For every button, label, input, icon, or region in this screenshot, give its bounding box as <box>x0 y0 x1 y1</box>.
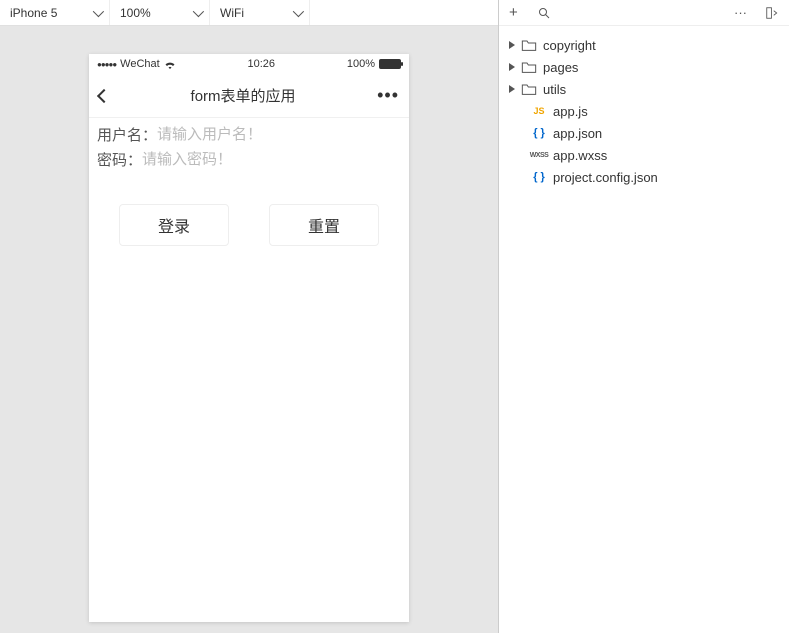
password-input[interactable] <box>142 151 401 168</box>
status-bar: ●●●●● WeChat 10:26 100% <box>89 54 409 74</box>
tree-item-label: app.js <box>553 104 588 119</box>
file-app-js[interactable]: JS app.js <box>499 100 789 122</box>
simulator-toolbar: iPhone 5 100% WiFi <box>0 0 498 26</box>
tree-item-label: pages <box>543 60 578 75</box>
simulator-panel: iPhone 5 100% WiFi ●●●●● WeChat <box>0 0 499 633</box>
reset-button[interactable]: 重置 <box>269 204 379 246</box>
tree-item-label: project.config.json <box>553 170 658 185</box>
battery-icon <box>379 59 401 69</box>
more-button[interactable]: ••• <box>377 85 399 106</box>
collapse-icon <box>765 6 779 20</box>
phone-frame: ●●●●● WeChat 10:26 100% form表单的应用 <box>89 54 409 622</box>
signal-dots-icon: ●●●●● <box>97 60 116 69</box>
network-dropdown[interactable]: WiFi <box>210 0 310 25</box>
zoom-dropdown[interactable]: 100% <box>110 0 210 25</box>
wxss-file-icon: WXSS <box>531 148 547 162</box>
folder-icon <box>521 38 537 52</box>
folder-copyright[interactable]: copyright <box>499 34 789 56</box>
device-dropdown-label: iPhone 5 <box>10 6 57 20</box>
page-title: form表单的应用 <box>109 85 377 106</box>
zoom-dropdown-label: 100% <box>120 6 151 20</box>
js-file-icon: JS <box>531 104 547 118</box>
login-button[interactable]: 登录 <box>119 204 229 246</box>
wifi-icon <box>164 60 176 69</box>
folder-icon <box>521 82 537 96</box>
clock-label: 10:26 <box>248 58 276 70</box>
tree-item-label: utils <box>543 82 566 97</box>
battery-label: 100% <box>347 58 375 70</box>
expand-arrow-icon <box>509 85 515 93</box>
tree-item-label: app.json <box>553 126 602 141</box>
chevron-down-icon <box>193 5 204 16</box>
carrier-label: WeChat <box>120 58 160 70</box>
page-body: 用户名： 密码： 登录 重置 <box>89 118 409 246</box>
username-label: 用户名： <box>97 124 157 145</box>
collapse-panel-button[interactable] <box>765 6 779 20</box>
file-project-config-json[interactable]: { } project.config.json <box>499 166 789 188</box>
json-file-icon: { } <box>531 170 547 184</box>
file-app-wxss[interactable]: WXSS app.wxss <box>499 144 789 166</box>
file-app-json[interactable]: { } app.json <box>499 122 789 144</box>
nav-bar: form表单的应用 ••• <box>89 74 409 118</box>
chevron-down-icon <box>293 5 304 16</box>
files-panel: + ··· <box>499 0 789 633</box>
simulator-stage: ●●●●● WeChat 10:26 100% form表单的应用 <box>0 26 498 633</box>
username-row: 用户名： <box>97 124 401 145</box>
search-button[interactable] <box>538 7 550 19</box>
chevron-down-icon <box>93 5 104 16</box>
add-file-button[interactable]: + <box>509 4 518 21</box>
more-options-button[interactable]: ··· <box>734 5 747 20</box>
folder-icon <box>521 60 537 74</box>
password-row: 密码： <box>97 149 401 170</box>
folder-pages[interactable]: pages <box>499 56 789 78</box>
tree-item-label: copyright <box>543 38 596 53</box>
expand-arrow-icon <box>509 41 515 49</box>
password-label: 密码： <box>97 149 142 170</box>
file-tree: copyright pages utils JS app.js <box>499 26 789 196</box>
search-icon <box>538 7 550 19</box>
username-input[interactable] <box>157 126 401 143</box>
folder-utils[interactable]: utils <box>499 78 789 100</box>
expand-arrow-icon <box>509 63 515 71</box>
network-dropdown-label: WiFi <box>220 6 244 20</box>
tree-item-label: app.wxss <box>553 148 607 163</box>
device-dropdown[interactable]: iPhone 5 <box>0 0 110 25</box>
json-file-icon: { } <box>531 126 547 140</box>
files-toolbar: + ··· <box>499 0 789 26</box>
